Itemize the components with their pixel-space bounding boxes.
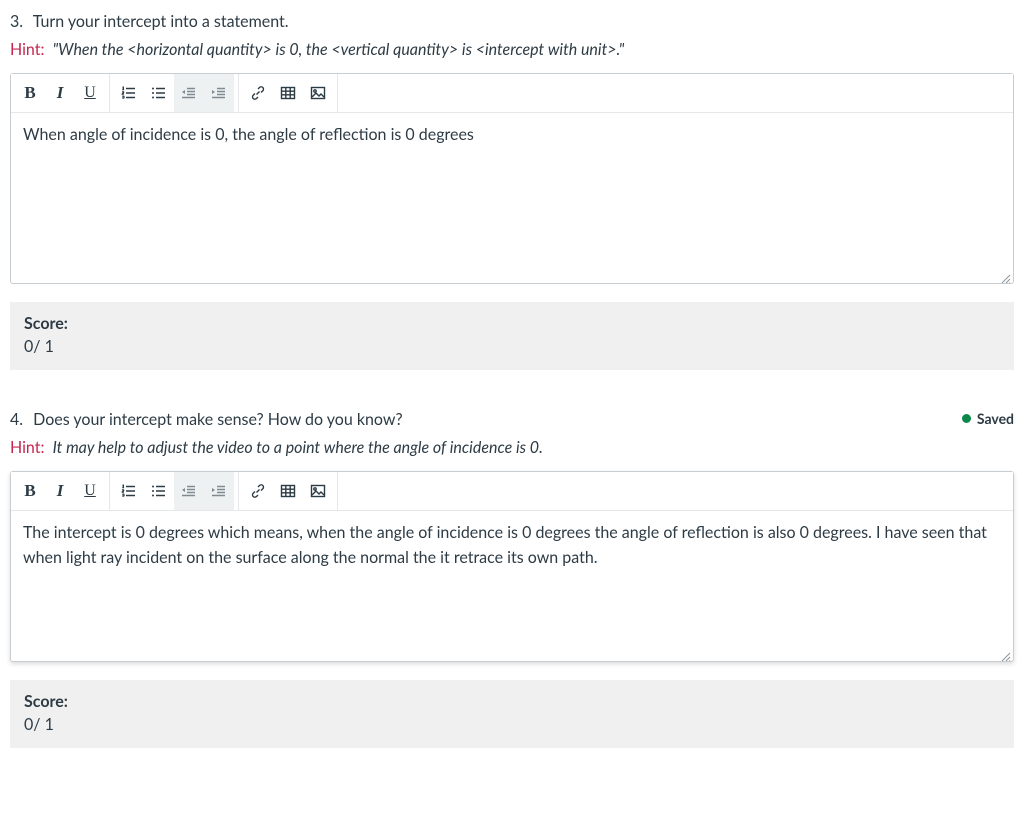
unordered-list-button[interactable] bbox=[144, 74, 174, 112]
question-number: 3. bbox=[10, 12, 23, 31]
question-number: 4. bbox=[10, 410, 23, 429]
saved-dot-icon bbox=[962, 414, 971, 423]
link-button[interactable] bbox=[243, 472, 273, 510]
unordered-list-button[interactable] bbox=[144, 472, 174, 510]
hint: Hint: "When the <horizontal quantity> is… bbox=[10, 40, 624, 59]
link-button[interactable] bbox=[243, 74, 273, 112]
indent-button[interactable] bbox=[204, 472, 234, 510]
score-value: 0/ 1 bbox=[24, 337, 1000, 356]
score-label: Score: bbox=[24, 314, 1000, 333]
table-button[interactable] bbox=[273, 472, 303, 510]
hint: Hint: It may help to adjust the video to… bbox=[10, 438, 543, 457]
question-prompt: 4. Does your intercept make sense? How d… bbox=[10, 408, 543, 432]
underline-button[interactable]: U bbox=[75, 472, 105, 510]
question-text: Does your intercept make sense? How do y… bbox=[33, 410, 402, 429]
italic-button[interactable]: I bbox=[45, 74, 75, 112]
italic-button[interactable]: I bbox=[45, 472, 75, 510]
question-4: 4. Does your intercept make sense? How d… bbox=[10, 408, 1014, 748]
question-prompt: 3. Turn your intercept into a statement. bbox=[10, 10, 624, 34]
table-button[interactable] bbox=[273, 74, 303, 112]
editor-toolbar: B I U bbox=[11, 472, 1013, 511]
saved-indicator: Saved bbox=[962, 408, 1014, 427]
resize-handle-icon bbox=[999, 647, 1011, 659]
editor-toolbar: B I U bbox=[11, 74, 1013, 113]
hint-label: Hint: bbox=[10, 438, 45, 457]
question-header: 3. Turn your intercept into a statement.… bbox=[10, 10, 1014, 59]
ordered-list-button[interactable] bbox=[114, 472, 144, 510]
question-3: 3. Turn your intercept into a statement.… bbox=[10, 10, 1014, 370]
underline-button[interactable]: U bbox=[75, 74, 105, 112]
score-label: Score: bbox=[24, 692, 1000, 711]
image-button[interactable] bbox=[303, 74, 333, 112]
ordered-list-button[interactable] bbox=[114, 74, 144, 112]
question-header: 4. Does your intercept make sense? How d… bbox=[10, 408, 1014, 457]
outdent-button[interactable] bbox=[174, 74, 204, 112]
score-value: 0/ 1 bbox=[24, 715, 1000, 734]
editor-textarea[interactable]: When angle of incidence is 0, the angle … bbox=[11, 113, 1013, 233]
hint-body: "When the <horizontal quantity> is 0, th… bbox=[53, 40, 625, 59]
outdent-button[interactable] bbox=[174, 472, 204, 510]
editor-body: The intercept is 0 degrees which means, … bbox=[11, 511, 1013, 661]
resize-handle-icon bbox=[999, 269, 1011, 281]
image-button[interactable] bbox=[303, 472, 333, 510]
hint-body: It may help to adjust the video to a poi… bbox=[53, 438, 543, 457]
score-box: Score: 0/ 1 bbox=[10, 680, 1014, 748]
score-box: Score: 0/ 1 bbox=[10, 302, 1014, 370]
bold-button[interactable]: B bbox=[15, 74, 45, 112]
question-text: Turn your intercept into a statement. bbox=[33, 12, 289, 31]
editor-textarea[interactable]: The intercept is 0 degrees which means, … bbox=[11, 511, 1013, 631]
bold-button[interactable]: B bbox=[15, 472, 45, 510]
hint-label: Hint: bbox=[10, 40, 45, 59]
editor-body: When angle of incidence is 0, the angle … bbox=[11, 113, 1013, 283]
saved-label: Saved bbox=[977, 410, 1014, 427]
indent-button[interactable] bbox=[204, 74, 234, 112]
rich-text-editor: B I U bbox=[10, 471, 1014, 662]
rich-text-editor: B I U bbox=[10, 73, 1014, 284]
